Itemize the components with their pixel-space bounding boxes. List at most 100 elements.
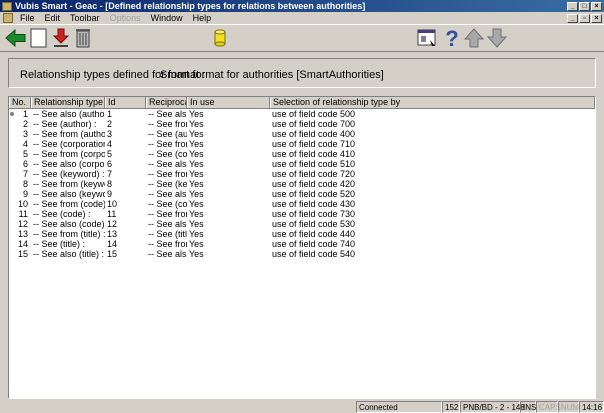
- reciprocal-cell: -- See (aut: [148, 129, 187, 139]
- trash-icon[interactable]: [71, 26, 95, 50]
- in-use-cell: Yes: [189, 199, 204, 209]
- up-arrow-icon[interactable]: [462, 26, 486, 50]
- format-panel: Relationship types defined for format : …: [8, 58, 596, 88]
- id-cell: 15: [107, 249, 118, 259]
- doc-minimize-button[interactable]: _: [567, 13, 578, 23]
- row-number: 5: [22, 149, 28, 159]
- menu-options: Options: [109, 13, 141, 23]
- status-num: NUM: [558, 401, 579, 413]
- in-use-cell: Yes: [189, 239, 204, 249]
- app-icon[interactable]: [2, 1, 12, 11]
- row-number: 15: [17, 249, 28, 259]
- row-number: 10: [17, 199, 28, 209]
- doc-close-button[interactable]: ×: [591, 13, 602, 23]
- table-row[interactable]: 7-- See (keyword) :7-- See fromYesuse of…: [9, 169, 595, 179]
- row-number: 7: [22, 169, 28, 179]
- selection-cell: use of field code 710: [272, 139, 356, 149]
- back-arrow-icon[interactable]: [4, 26, 28, 50]
- title-bar: Vubis Smart - Geac - [Defined relationsh…: [0, 0, 604, 12]
- reciprocal-cell: -- See from: [148, 169, 187, 179]
- minimize-button[interactable]: _: [567, 1, 578, 11]
- id-cell: 3: [107, 129, 113, 139]
- relationship-type-cell: -- See also (author) :: [33, 109, 105, 119]
- status-time: 14:16: [579, 401, 604, 413]
- table-row[interactable]: 9-- See also (keyword9-- See alsoYesuse …: [9, 189, 595, 199]
- in-use-cell: Yes: [189, 249, 204, 259]
- column-header-id[interactable]: Id: [105, 97, 146, 108]
- relationship-types-table[interactable]: No. Relationship type Id Reciprocal In u…: [8, 96, 596, 399]
- in-use-cell: Yes: [189, 139, 204, 149]
- id-cell: 5: [107, 149, 113, 159]
- reciprocal-cell: -- See from: [148, 239, 187, 249]
- in-use-cell: Yes: [189, 229, 204, 239]
- table-body: 1-- See also (author) :1-- See alsoYesus…: [9, 109, 595, 259]
- current-row-marker: [10, 112, 14, 116]
- table-row[interactable]: 14 -- See (title) : 14 -- See fromYes use of…: [9, 239, 595, 249]
- help-icon[interactable]: ?: [440, 26, 464, 51]
- table-row[interactable]: 1-- See also (author) :1-- See alsoYesus…: [9, 109, 595, 119]
- column-header-reciprocal[interactable]: Reciprocal: [146, 97, 187, 108]
- down-arrow-icon[interactable]: [485, 26, 509, 50]
- in-use-cell: Yes: [189, 159, 204, 169]
- relationship-type-cell: -- See from (author) :: [33, 129, 105, 139]
- relationship-type-cell: -- See (author) :: [33, 119, 97, 129]
- id-cell: 10: [107, 199, 118, 209]
- selection-cell: use of field code 520: [272, 189, 356, 199]
- column-header-no[interactable]: No.: [9, 97, 31, 108]
- column-header-selection[interactable]: Selection of relationship type by: [270, 97, 595, 108]
- reciprocal-cell: -- See (cor: [148, 149, 187, 159]
- in-use-cell: Yes: [189, 179, 204, 189]
- reciprocal-cell: -- See also: [148, 219, 187, 229]
- download-arrow-icon[interactable]: [49, 26, 73, 50]
- relationship-type-cell: -- See from (code) :: [33, 199, 105, 209]
- relationship-type-cell: -- See also (keyword: [33, 189, 105, 199]
- new-document-icon[interactable]: [27, 26, 51, 50]
- menu-bar: File Edit Toolbar Options Window Help _ …: [0, 12, 604, 24]
- doc-restore-button[interactable]: ▫: [579, 13, 590, 23]
- table-row[interactable]: 2 -- See (author) : 2 -- See fromYes use of …: [9, 119, 595, 129]
- relationship-type-cell: -- See (corporation) :: [33, 139, 105, 149]
- relationship-type-cell: -- See also (code) :: [33, 219, 105, 229]
- cylinder-icon[interactable]: [208, 26, 232, 50]
- table-row[interactable]: 12-- See also (code) :12-- See alsoYesus…: [9, 219, 595, 229]
- relationship-type-cell: -- See also (corporati: [33, 159, 105, 169]
- table-row[interactable]: 6-- See also (corporati6-- See alsoYesus…: [9, 159, 595, 169]
- window-icon[interactable]: [415, 26, 439, 50]
- reciprocal-cell: -- See also: [148, 109, 187, 119]
- table-row[interactable]: 5-- See from (corporat5-- See (corYesuse…: [9, 149, 595, 159]
- maximize-button[interactable]: □: [579, 1, 590, 11]
- row-number: 3: [22, 129, 28, 139]
- window-title: Vubis Smart - Geac - [Defined relationsh…: [15, 1, 366, 11]
- column-header-relationship-type[interactable]: Relationship type: [31, 97, 105, 108]
- selection-cell: use of field code 430: [272, 199, 356, 209]
- close-button[interactable]: ×: [591, 1, 602, 11]
- id-cell: 13: [107, 229, 118, 239]
- status-caps: CAPS: [536, 401, 561, 413]
- in-use-cell: Yes: [189, 219, 204, 229]
- table-row[interactable]: 8-- See from (keyword8-- See (keyYesuse …: [9, 179, 595, 189]
- table-row[interactable]: 13-- See from (title) :13-- See (titleYe…: [9, 229, 595, 239]
- table-row[interactable]: 15-- See also (title) :15-- See alsoYesu…: [9, 249, 595, 259]
- in-use-cell: Yes: [189, 129, 204, 139]
- relationship-type-cell: -- See from (title) :: [33, 229, 105, 239]
- table-row[interactable]: 11 -- See (code) : 11 -- See fromYes use of …: [9, 209, 595, 219]
- status-bar: Connected 152 PNB/BD - 2 - 148 INS CAPS …: [0, 401, 604, 413]
- table-row[interactable]: 4-- See (corporation) :4-- See fromYesus…: [9, 139, 595, 149]
- menu-edit[interactable]: Edit: [40, 12, 66, 24]
- table-row[interactable]: 3-- See from (author) :3-- See (autYesus…: [9, 129, 595, 139]
- relationship-type-cell: -- See (title) :: [33, 239, 86, 249]
- id-cell: 9: [107, 189, 113, 199]
- selection-cell: use of field code 530: [272, 219, 356, 229]
- menu-file[interactable]: File: [15, 12, 40, 24]
- row-number: 8: [22, 179, 28, 189]
- menu-window[interactable]: Window: [146, 12, 188, 24]
- menu-help[interactable]: Help: [188, 12, 217, 24]
- column-header-in-use[interactable]: In use: [187, 97, 270, 108]
- selection-cell: use of field code 500: [272, 109, 356, 119]
- toolbar: ?: [0, 24, 604, 52]
- id-cell: 1: [107, 109, 113, 119]
- svg-text:?: ?: [445, 26, 458, 50]
- document-menu-icon[interactable]: [3, 13, 13, 23]
- table-row[interactable]: 10-- See from (code) :10-- See (codYesus…: [9, 199, 595, 209]
- menu-toolbar[interactable]: Toolbar: [65, 12, 105, 24]
